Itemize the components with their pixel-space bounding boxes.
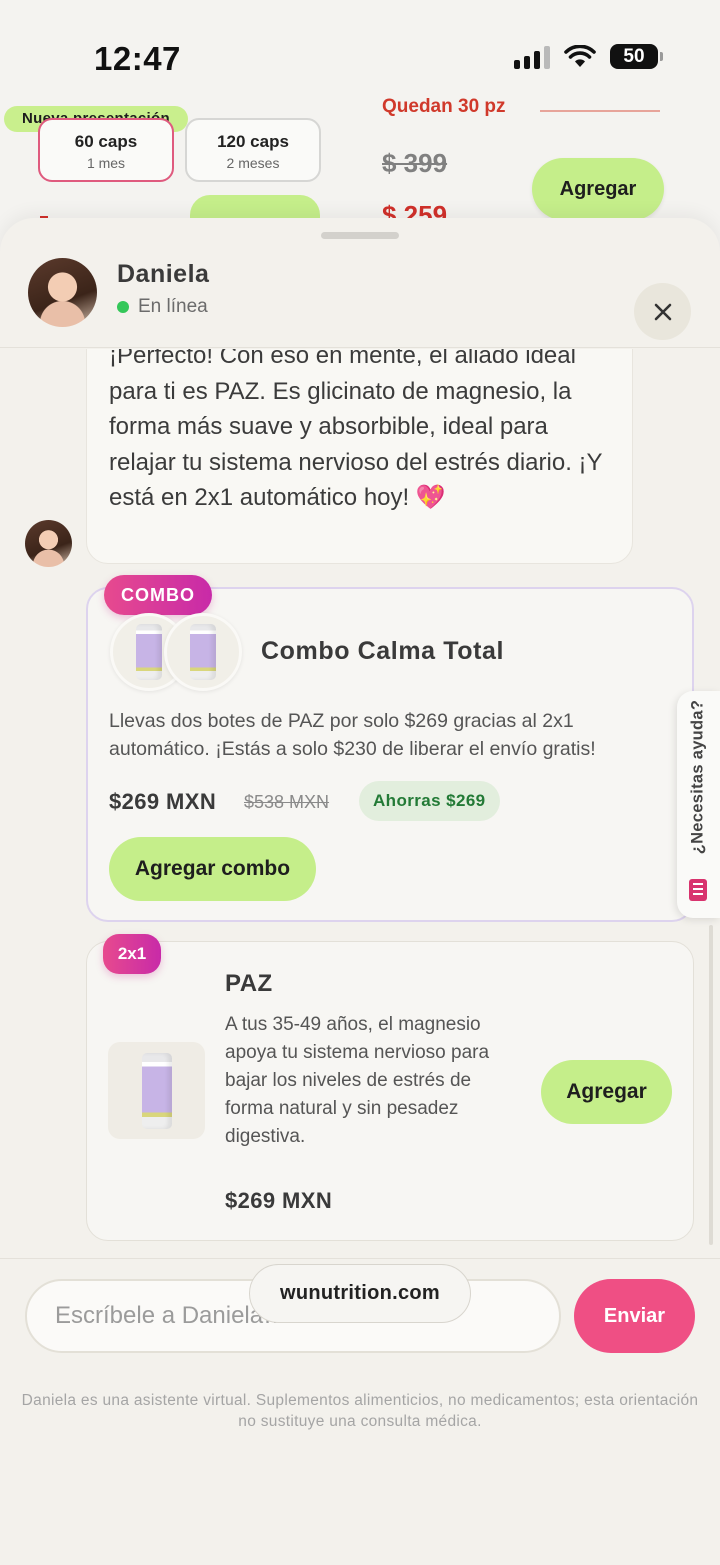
close-button[interactable] — [634, 283, 691, 340]
combo-price: $269 MXN — [109, 789, 217, 814]
background-add-button[interactable]: Agregar — [532, 158, 664, 220]
agent-avatar — [28, 258, 97, 327]
option-subtitle: 1 mes — [86, 155, 126, 171]
product-card: 2x1 PAZ A tus 35-49 años, el magnesio ap… — [86, 934, 694, 1241]
cellular-signal-icon — [514, 45, 550, 69]
product-bottle-image — [164, 613, 242, 691]
combo-description: Llevas dos botes de PAZ por solo $269 gr… — [109, 710, 596, 760]
add-product-button[interactable]: Agregar — [541, 1060, 672, 1124]
help-tab-label: ¿Necesitas ayuda? — [688, 699, 707, 855]
site-url-pill[interactable]: wunutrition.com — [249, 1264, 471, 1323]
close-icon — [654, 303, 671, 320]
product-price: $269 MXN — [225, 1188, 333, 1213]
agent-status: En línea — [117, 296, 208, 318]
stock-text: Quedan 30 pz — [382, 96, 506, 117]
product-description: A tus 35-49 años, el magnesio apoya tu s… — [225, 1014, 490, 1147]
savings-badge: Ahorras $269 — [359, 781, 500, 821]
help-list-icon — [689, 879, 707, 901]
chat-header: Daniela En línea — [0, 238, 720, 348]
old-price: $ 399 — [382, 148, 448, 178]
combo-title: Combo Calma Total — [261, 637, 505, 665]
stock-bar — [540, 110, 660, 112]
help-tab[interactable]: ¿Necesitas ayuda? — [677, 691, 720, 918]
option-title: 60 caps — [74, 132, 138, 151]
combo-tag: COMBO — [104, 575, 212, 615]
background-product-page: Quedan 30 pz Nueva presentación 60 caps … — [0, 96, 720, 235]
status-icons: 50 — [514, 44, 663, 69]
agent-message-bubble: ¡Perfecto! Con eso en mente, el aliado i… — [86, 349, 633, 564]
product-image — [108, 1042, 205, 1139]
agent-status-label: En línea — [138, 296, 208, 317]
option-subtitle: 2 meses — [226, 155, 280, 171]
status-time: 12:47 — [94, 40, 181, 77]
agent-avatar-small — [25, 520, 72, 567]
promo-tag: 2x1 — [103, 934, 161, 974]
disclaimer-text: Daniela es una asistente virtual. Suplem… — [21, 1392, 699, 1430]
option-60-caps[interactable]: 60 caps 1 mes — [38, 118, 174, 182]
scrollbar[interactable] — [709, 925, 713, 1245]
chat-sheet: Daniela En línea ¡Perfecto! Con eso en m… — [0, 218, 720, 1565]
combo-old-price: $538 MXN — [244, 792, 330, 812]
online-dot-icon — [117, 301, 129, 313]
combo-card: COMBO Combo Calma Total Llevas dos botes… — [86, 575, 694, 922]
send-button[interactable]: Enviar — [574, 1279, 695, 1353]
add-combo-button[interactable]: Agregar combo — [109, 837, 316, 901]
product-name: PAZ — [225, 970, 273, 997]
status-bar: 12:47 50 — [0, 0, 720, 110]
option-title: 120 caps — [217, 132, 289, 151]
wifi-icon — [564, 44, 596, 67]
agent-name: Daniela — [117, 260, 210, 288]
battery-icon: 50 — [610, 44, 663, 69]
message-list[interactable]: ¡Perfecto! Con eso en mente, el aliado i… — [0, 349, 720, 1259]
option-120-caps[interactable]: 120 caps 2 meses — [185, 118, 321, 182]
